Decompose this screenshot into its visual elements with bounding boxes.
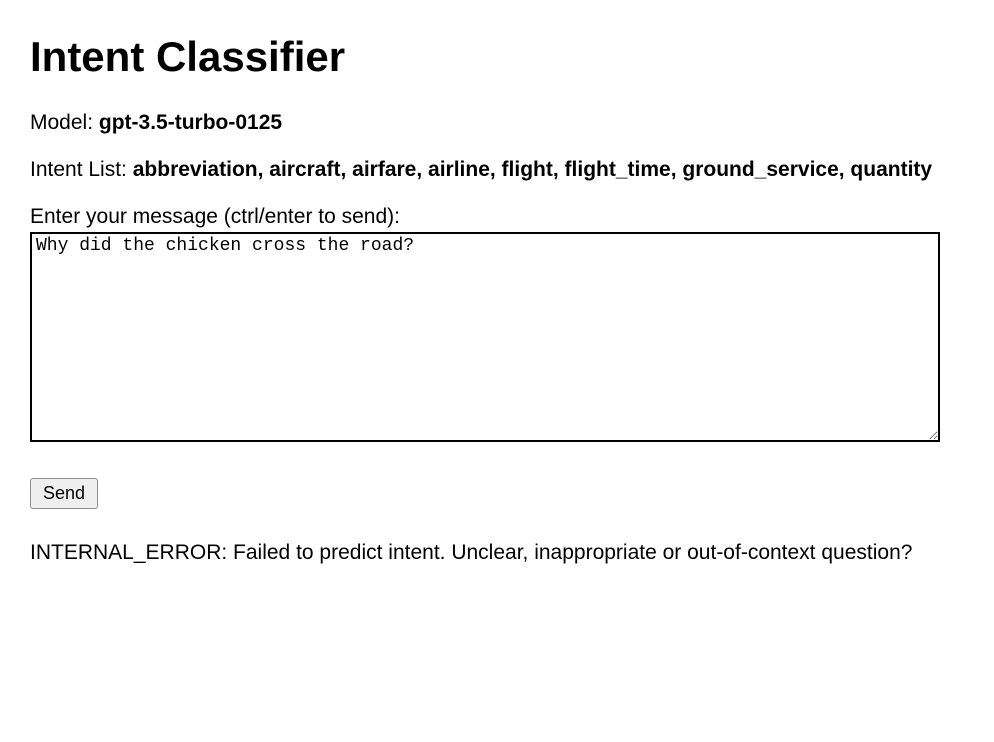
result-message: INTERNAL_ERROR: Failed to predict intent… [30, 539, 940, 566]
model-label: Model: [30, 111, 99, 134]
model-info: Model: gpt-3.5-turbo-0125 [30, 109, 964, 136]
message-input-label: Enter your message (ctrl/enter to send): [30, 203, 964, 230]
intent-list-value: abbreviation, aircraft, airfare, airline… [133, 158, 932, 181]
message-input[interactable] [30, 232, 940, 442]
intent-list-info: Intent List: abbreviation, aircraft, air… [30, 156, 964, 183]
page-title: Intent Classifier [30, 30, 964, 85]
model-value: gpt-3.5-turbo-0125 [99, 111, 282, 134]
intent-list-label: Intent List: [30, 158, 133, 181]
send-button[interactable]: Send [30, 478, 98, 509]
